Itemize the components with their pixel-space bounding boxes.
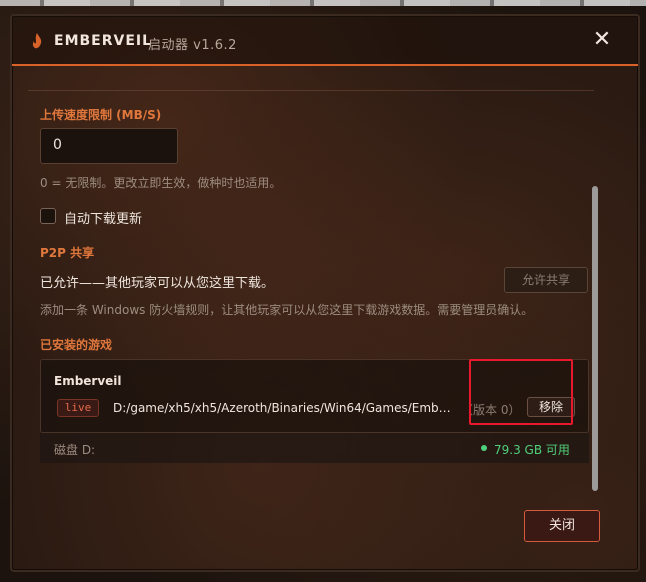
background-taskbar-strip bbox=[0, 0, 646, 6]
auto-update-checkbox[interactable] bbox=[40, 208, 56, 224]
settings-dialog: EMBERVEIL 启动器 v1.6.2 ✕ 上传速度限制 (MB/S) 0 0… bbox=[10, 14, 640, 572]
p2p-section-title: P2P 共享 bbox=[40, 246, 95, 260]
game-title: Emberveil bbox=[54, 374, 122, 388]
disk-label: 磁盘 D: bbox=[54, 443, 96, 457]
live-badge: live bbox=[57, 399, 99, 417]
disk-info-row: 磁盘 D: 79.3 GB 可用 bbox=[40, 433, 589, 463]
scrollbar-thumb[interactable] bbox=[592, 186, 598, 491]
close-button[interactable]: 关闭 bbox=[524, 510, 600, 542]
highlight-annotation-box bbox=[469, 359, 573, 425]
disk-free-space: 79.3 GB 可用 bbox=[494, 443, 570, 457]
flame-icon bbox=[32, 33, 42, 49]
dialog-header: EMBERVEIL 启动器 v1.6.2 ✕ bbox=[12, 16, 638, 66]
divider bbox=[28, 90, 594, 91]
game-install-path: D:/game/xh5/xh5/Azeroth/Binaries/Win64/G… bbox=[113, 401, 453, 415]
upload-limit-hint: 0 = 无限制。更改立即生效，做种时也适用。 bbox=[40, 176, 282, 190]
disk-status-dot bbox=[481, 445, 487, 451]
installed-section-title: 已安装的游戏 bbox=[40, 338, 113, 352]
auto-update-label: 自动下载更新 bbox=[64, 212, 143, 227]
p2p-hint: 添加一条 Windows 防火墙规则，让其他玩家可以从您这里下载游戏数据。需要管… bbox=[40, 303, 534, 317]
upload-limit-input[interactable]: 0 bbox=[40, 128, 178, 164]
upload-limit-label: 上传速度限制 (MB/S) bbox=[40, 108, 162, 122]
app-name: EMBERVEIL bbox=[54, 33, 153, 49]
p2p-status-text: 已允许——其他玩家可以从您这里下载。 bbox=[40, 276, 275, 291]
app-subtitle: 启动器 v1.6.2 bbox=[148, 38, 237, 53]
dialog-content: 上传速度限制 (MB/S) 0 0 = 无限制。更改立即生效，做种时也适用。 自… bbox=[12, 68, 638, 508]
close-icon[interactable]: ✕ bbox=[592, 29, 612, 51]
allow-sharing-button[interactable]: 允许共享 bbox=[504, 267, 588, 293]
